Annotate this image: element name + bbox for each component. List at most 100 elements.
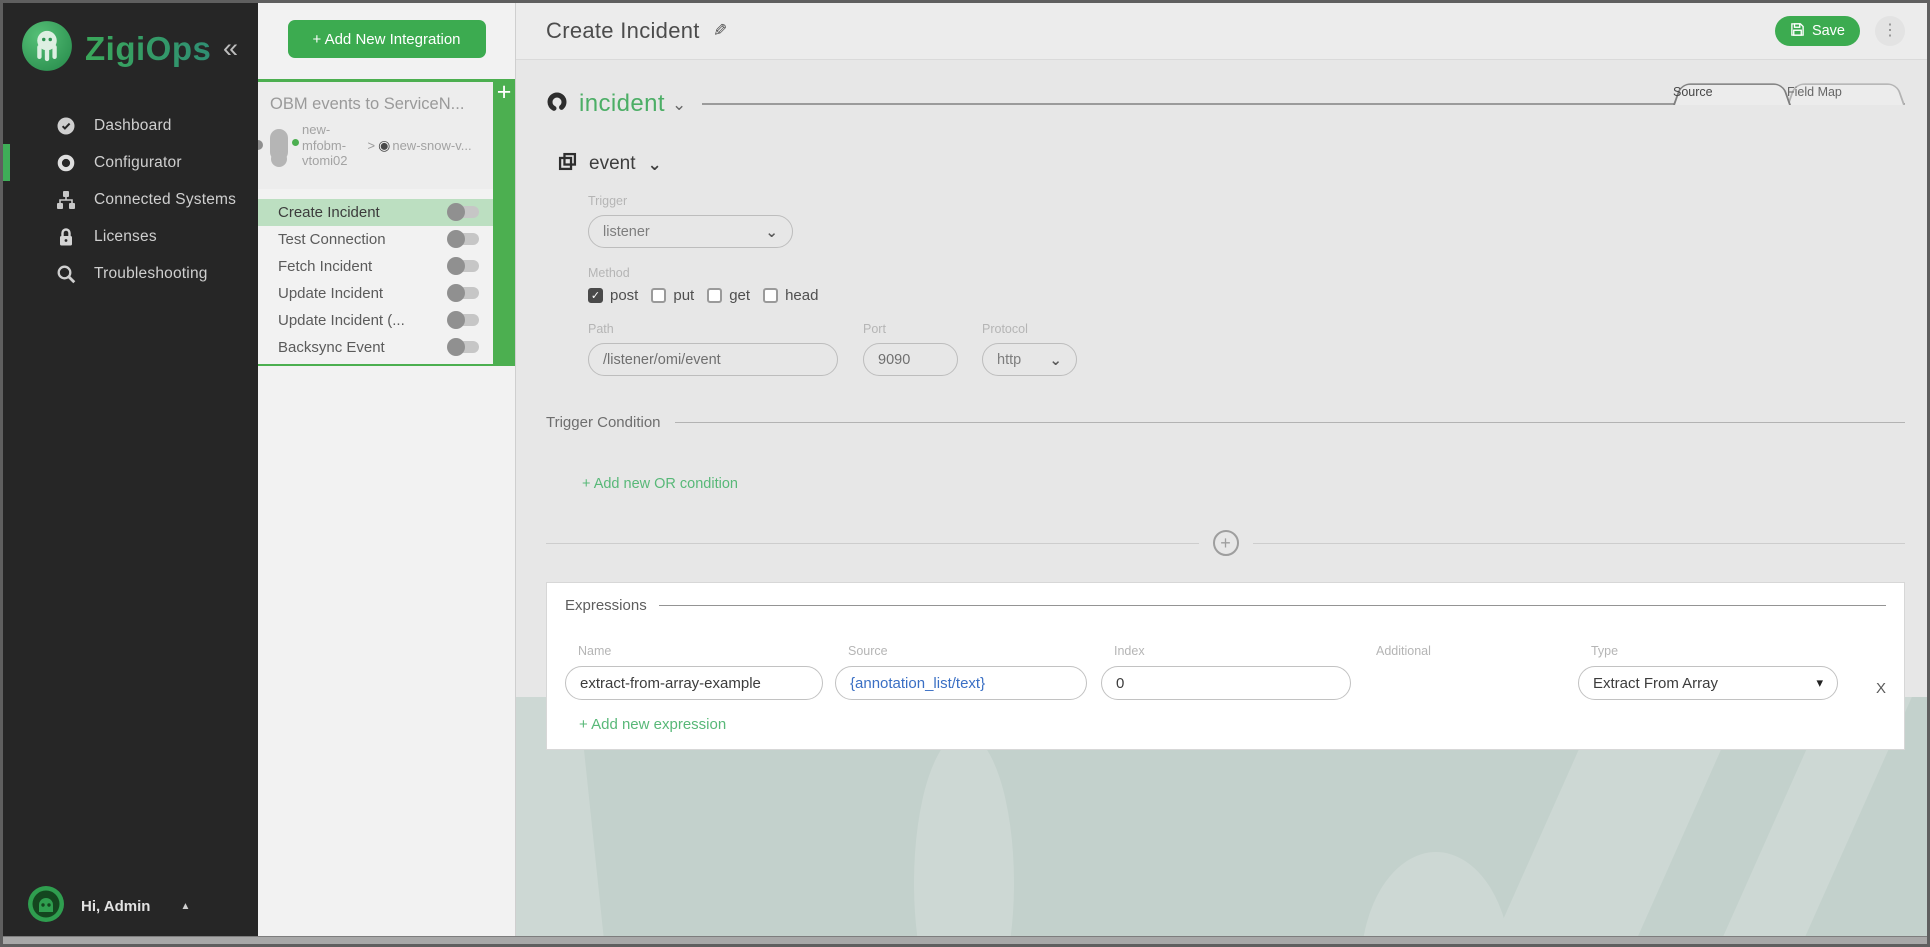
operation-toggle[interactable] [449,260,479,272]
operation-toggle[interactable] [449,287,479,299]
window-bottom-edge [3,936,1927,944]
add-operation-icon[interactable]: + [493,79,515,105]
expression-name-label: Name [578,644,835,658]
chevron-down-icon[interactable]: ⌄ [647,156,661,173]
main-header: Create Incident ✎ Save ⋮ [516,3,1927,60]
sidebar-item-label: Dashboard [94,117,172,135]
expression-source-input[interactable] [850,675,1072,692]
path-input[interactable] [603,352,823,368]
tab-source[interactable]: Source [1673,80,1791,105]
checkbox-head[interactable]: ✓ head [763,287,818,304]
chevron-down-icon: ⌄ [765,223,778,241]
tab-field-map[interactable]: Field Map [1787,80,1905,105]
incident-icon [546,91,568,118]
method-checkboxes: ✓ post ✓ put ✓ get ✓ head [588,287,1905,304]
operation-toggle[interactable] [449,341,479,353]
app-window: ZigiOps « Dashboard Configurator Conn [0,0,1930,947]
port-input[interactable] [878,352,943,368]
brand-name: ZigiOps [85,30,211,68]
operation-create-incident[interactable]: Create Incident [258,199,493,226]
collapse-sidebar-icon[interactable]: « [223,35,238,62]
expression-additional-label: Additional [1376,644,1578,658]
chevron-down-icon[interactable]: ⌄ [672,96,686,113]
expression-index-label: Index [1114,644,1363,658]
incident-section-header: incident ⌄ Source Field Map [546,80,1905,128]
operation-update-incident-2[interactable]: Update Incident (... [258,307,493,334]
sidebar: ZigiOps « Dashboard Configurator Conn [3,3,258,944]
integration-title: OBM events to ServiceN... [270,95,485,114]
checkbox-put[interactable]: ✓ put [651,287,694,304]
event-icon [558,152,577,176]
integration-nodes: new- mfobm- vtomi02 > ◉ new-snow-v... [270,122,485,169]
integration-green-bar: + [493,79,515,366]
connected-systems-icon [55,190,77,210]
section-rule [675,422,1906,424]
integration-card[interactable]: OBM events to ServiceN... new- mfobm- vt… [258,79,493,189]
port-label: Port [863,322,958,336]
operation-test-connection[interactable]: Test Connection [258,226,493,253]
select-caret-icon: ▾ [1816,675,1823,691]
caret-up-icon[interactable]: ▲ [180,901,190,912]
sidebar-item-configurator[interactable]: Configurator [3,144,258,181]
add-section-divider: + [546,530,1905,556]
sidebar-item-licenses[interactable]: Licenses [3,218,258,255]
logo-row: ZigiOps « [3,3,258,87]
expression-name-input[interactable] [580,675,808,692]
sidebar-item-label: Configurator [94,154,182,172]
sidebar-item-label: Connected Systems [94,191,236,209]
checkbox-post[interactable]: ✓ post [588,287,638,304]
add-or-condition-link[interactable]: + Add new OR condition [582,476,738,492]
sidebar-item-dashboard[interactable]: Dashboard [3,107,258,144]
lock-icon [55,227,77,247]
expression-source-label: Source [848,644,1101,658]
avatar [27,885,65,928]
operation-fetch-incident[interactable]: Fetch Incident [258,253,493,280]
dashboard-icon [55,116,77,136]
expressions-title: Expressions [565,597,647,614]
remove-expression-button[interactable]: X [1876,680,1886,697]
section-rule [659,605,1886,606]
user-greeting: Hi, Admin [81,898,150,915]
source-node: new- mfobm- vtomi02 [302,122,348,169]
save-button[interactable]: Save [1775,16,1860,46]
expression-type-select[interactable]: Extract From Array ▾ [1578,666,1838,700]
decorative-ellipse [914,733,1014,936]
trigger-condition-title: Trigger Condition [546,414,661,431]
expression-row: Name Source Index Additional [565,644,1886,700]
method-label: Method [588,266,1905,280]
incident-section-title: incident [579,90,665,118]
add-expression-link[interactable]: + Add new expression [579,716,726,733]
user-menu[interactable]: Hi, Admin ▲ [27,885,190,928]
integration-card-wrap: + OBM events to ServiceN... new- mfobm- … [258,79,515,366]
add-section-icon[interactable]: + [1213,530,1239,556]
sidebar-item-troubleshooting[interactable]: Troubleshooting [3,255,258,292]
operation-backsync-event[interactable]: Backsync Event [258,334,493,361]
more-options-button[interactable]: ⋮ [1875,16,1905,46]
source-tab-content: incident ⌄ Source Field Map [516,60,1927,750]
protocol-label: Protocol [982,322,1077,336]
status-dot [292,139,299,146]
operation-update-incident[interactable]: Update Incident [258,280,493,307]
page-title: Create Incident [546,18,700,44]
protocol-dropdown[interactable]: http ⌄ [982,343,1077,376]
sidebar-item-label: Licenses [94,228,157,246]
operations-list: Create Incident Test Connection Fetch In… [258,199,493,366]
operation-toggle[interactable] [449,314,479,326]
zigiops-logo-icon [21,20,73,77]
event-header: event ⌄ [558,152,1905,176]
sidebar-item-connected-systems[interactable]: Connected Systems [3,181,258,218]
add-new-integration-button[interactable]: + Add New Integration [288,20,486,58]
integrations-panel: + Add New Integration + OBM events to Se… [258,3,516,944]
arrow-right-icon: > [368,138,376,153]
trigger-dropdown[interactable]: listener ⌄ [588,215,793,248]
operation-toggle[interactable] [449,206,479,218]
sidebar-nav: Dashboard Configurator Connected Systems… [3,107,258,292]
target-node-icon: ◉ [378,137,390,154]
expression-index-input[interactable] [1116,675,1336,692]
checkbox-get[interactable]: ✓ get [707,287,750,304]
operation-toggle[interactable] [449,233,479,245]
chevron-down-icon: ⌄ [1049,351,1062,369]
main-area: Create Incident ✎ Save ⋮ incident ⌄ [516,3,1927,944]
edit-title-icon[interactable]: ✎ [713,21,727,41]
path-port-protocol-row: Path Port Protocol http ⌄ [558,304,1905,376]
